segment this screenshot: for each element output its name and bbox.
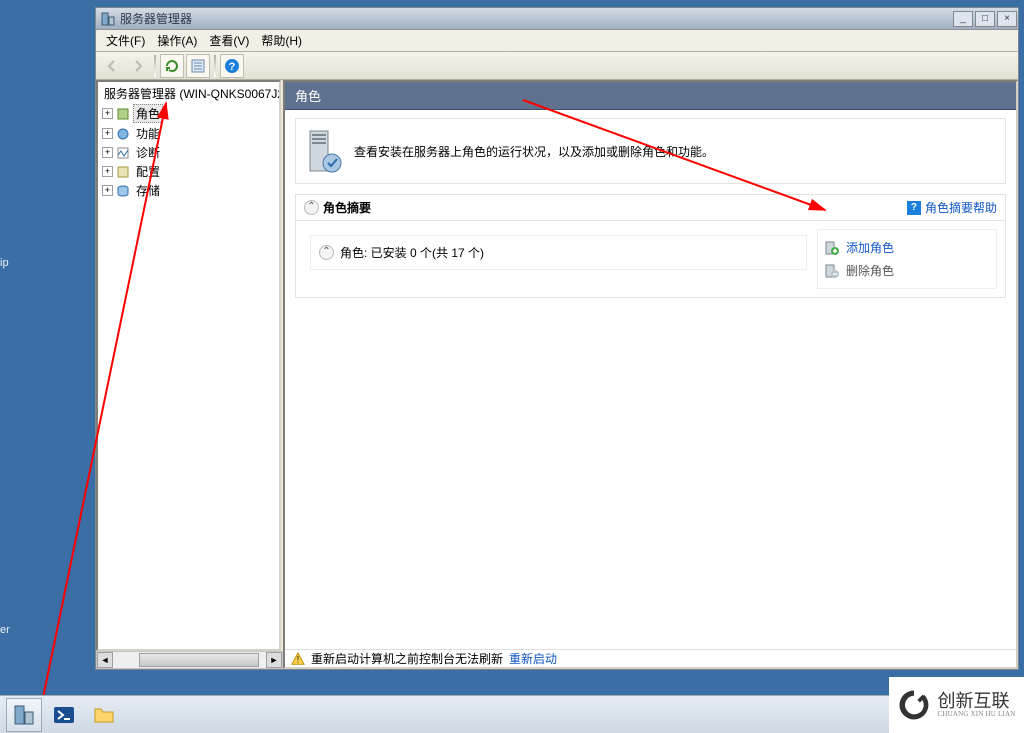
status-bar: ! 重新启动计算机之前控制台无法刷新 重新启动 <box>285 649 1016 667</box>
collapse-toggle[interactable]: ⌃ <box>319 245 334 260</box>
desktop-label: er <box>0 624 10 636</box>
properties-icon <box>190 58 206 74</box>
watermark-subtext: CHUANG XIN HU LIAN <box>937 711 1015 718</box>
help-icon: ? <box>224 58 240 74</box>
server-manager-window: 服务器管理器 _ □ × 文件(F) 操作(A) 查看(V) 帮助(H) ? <box>95 7 1019 670</box>
svg-text:?: ? <box>229 61 236 73</box>
tree-item-config[interactable]: + 配置 <box>100 162 277 181</box>
nav-fwd-button <box>126 54 150 78</box>
summary-help-link[interactable]: ? 角色摘要帮助 <box>907 199 997 216</box>
menu-help[interactable]: 帮助(H) <box>255 30 308 51</box>
nav-tree[interactable]: 服务器管理器 (WIN-QNKS0067J2) +角色 +功能 +诊断 +配置 … <box>96 80 281 651</box>
cx-logo-icon <box>897 688 931 722</box>
menu-file[interactable]: 文件(F) <box>100 30 151 51</box>
taskbar-powershell[interactable] <box>46 698 82 732</box>
expander-icon[interactable]: + <box>102 128 113 139</box>
tree-item-diagnostics[interactable]: + 诊断 <box>100 143 277 162</box>
refresh-button[interactable] <box>160 54 184 78</box>
tree-root[interactable]: 服务器管理器 (WIN-QNKS0067J2) <box>100 84 277 103</box>
taskbar-explorer[interactable] <box>86 698 122 732</box>
warning-icon: ! <box>291 652 305 666</box>
tree-item-label: 存储 <box>133 182 163 199</box>
tree-item-features[interactable]: + 功能 <box>100 124 277 143</box>
tree-item-label: 配置 <box>133 163 163 180</box>
properties-button[interactable] <box>186 54 210 78</box>
tree-item-roles[interactable]: + 角色 <box>100 103 277 124</box>
scroll-left-icon[interactable]: ◄ <box>97 652 113 668</box>
help-button[interactable]: ? <box>220 54 244 78</box>
storage-icon <box>115 183 131 199</box>
expander-icon[interactable]: + <box>102 166 113 177</box>
roles-installed-row: ⌃ 角色: 已安装 0 个(共 17 个) <box>310 235 807 270</box>
help-link-label: 角色摘要帮助 <box>925 199 997 216</box>
taskbar-server-manager[interactable] <box>6 698 42 732</box>
restart-link[interactable]: 重新启动 <box>509 650 557 667</box>
summary-header: ⌃ 角色摘要 ? 角色摘要帮助 <box>296 195 1005 221</box>
expander-icon[interactable]: + <box>102 108 113 119</box>
refresh-icon <box>164 58 180 74</box>
maximize-button[interactable]: □ <box>975 11 995 27</box>
info-banner: 查看安装在服务器上角色的运行状况，以及添加或删除角色和功能。 <box>295 118 1006 184</box>
diagnostics-icon <box>115 145 131 161</box>
roles-summary-section: ⌃ 角色摘要 ? 角色摘要帮助 ⌃ <box>295 194 1006 298</box>
summary-title: 角色摘要 <box>323 199 371 216</box>
roles-installed-label: 角色: 已安装 0 个(共 17 个) <box>340 244 484 261</box>
roles-icon <box>115 106 131 122</box>
window-title: 服务器管理器 <box>120 10 952 27</box>
titlebar[interactable]: 服务器管理器 _ □ × <box>96 8 1018 30</box>
watermark-logo: 创新互联CHUANG XIN HU LIAN <box>889 677 1024 733</box>
menu-view[interactable]: 查看(V) <box>203 30 255 51</box>
content-pane: 角色 查看安装在服务器上角色的运行状况，以及添加或删除角色和功能。 ⌃ 角色摘要 <box>283 80 1018 669</box>
watermark-text: 创新互联 <box>937 692 1015 711</box>
banner-text: 查看安装在服务器上角色的运行状况，以及添加或删除角色和功能。 <box>354 143 714 160</box>
menu-action[interactable]: 操作(A) <box>151 30 203 51</box>
expander-icon[interactable]: + <box>102 185 113 196</box>
status-text: 重新启动计算机之前控制台无法刷新 <box>311 650 503 667</box>
minimize-button[interactable]: _ <box>953 11 973 27</box>
menubar: 文件(F) 操作(A) 查看(V) 帮助(H) <box>96 30 1018 52</box>
arrow-right-icon <box>130 58 146 74</box>
taskbar[interactable] <box>0 695 1024 733</box>
scroll-thumb[interactable] <box>139 653 259 667</box>
remove-role-icon <box>824 263 840 279</box>
server-role-icon <box>306 129 342 173</box>
actions-pane: 添加角色 删除角色 <box>817 229 997 289</box>
svg-text:!: ! <box>297 654 299 664</box>
tree-item-label: 功能 <box>133 125 163 142</box>
folder-icon <box>92 703 116 727</box>
server-manager-icon <box>100 11 116 27</box>
nav-back-button <box>100 54 124 78</box>
client-area: 服务器管理器 (WIN-QNKS0067J2) +角色 +功能 +诊断 +配置 … <box>96 80 1018 669</box>
toolbar-separator <box>214 55 216 77</box>
tree-root-label: 服务器管理器 (WIN-QNKS0067J2) <box>104 85 281 102</box>
add-role-link[interactable]: 添加角色 <box>846 239 894 256</box>
tree-hscrollbar[interactable]: ◄ ► <box>96 651 283 669</box>
tree-item-label: 角色 <box>133 104 163 123</box>
powershell-icon <box>52 703 76 727</box>
features-icon <box>115 126 131 142</box>
add-role-action[interactable]: 添加角色 <box>824 236 990 259</box>
desktop-label: ip <box>0 257 9 269</box>
close-button[interactable]: × <box>997 11 1017 27</box>
remove-role-action[interactable]: 删除角色 <box>824 259 990 282</box>
server-manager-icon <box>12 703 36 727</box>
remove-role-link[interactable]: 删除角色 <box>846 262 894 279</box>
help-icon: ? <box>907 201 921 215</box>
expander-icon[interactable]: + <box>102 147 113 158</box>
collapse-toggle[interactable]: ⌃ <box>304 200 319 215</box>
config-icon <box>115 164 131 180</box>
content-heading: 角色 <box>285 82 1016 110</box>
arrow-left-icon <box>104 58 120 74</box>
tree-item-storage[interactable]: + 存储 <box>100 181 277 200</box>
add-role-icon <box>824 240 840 256</box>
toolbar: ? <box>96 52 1018 80</box>
tree-item-label: 诊断 <box>133 144 163 161</box>
toolbar-separator <box>154 55 156 77</box>
desktop: ip er 服务器管理器 _ □ × 文件(F) 操作(A) 查看(V) 帮助(… <box>0 0 1024 733</box>
scroll-right-icon[interactable]: ► <box>266 652 282 668</box>
